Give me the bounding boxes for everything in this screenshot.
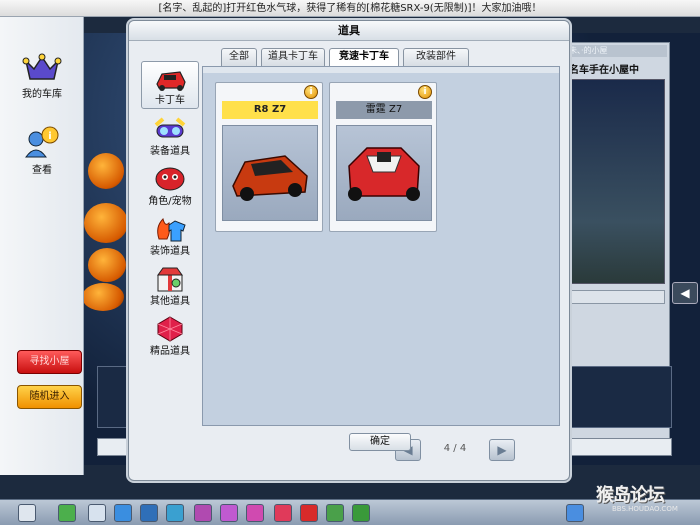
sound-icon[interactable] bbox=[566, 504, 584, 522]
kart-image bbox=[336, 125, 432, 221]
back-icon[interactable] bbox=[58, 504, 76, 522]
find-room-button[interactable]: 寻找小屋 bbox=[17, 350, 82, 374]
kart-image bbox=[222, 125, 318, 221]
dialog-title: 道具 bbox=[129, 21, 569, 41]
garage-button[interactable]: 我的车库 bbox=[6, 53, 78, 100]
pumpkin-decoration bbox=[88, 248, 126, 282]
category-kart[interactable]: 卡丁车 bbox=[141, 61, 199, 109]
view-label: 查看 bbox=[32, 165, 52, 176]
arrow-right-icon: ▶ bbox=[497, 443, 507, 457]
item-grid-header bbox=[203, 67, 559, 73]
svg-text:i: i bbox=[48, 131, 51, 142]
book-icon[interactable] bbox=[274, 504, 292, 522]
room-preview-title: 朱、·的小屋 bbox=[563, 45, 667, 57]
sports-car-icon bbox=[232, 155, 308, 201]
flag-icon[interactable] bbox=[326, 504, 344, 522]
user-info-icon: i bbox=[25, 126, 59, 158]
category-label: 装备道具 bbox=[150, 146, 190, 157]
pumpkin-decoration bbox=[84, 203, 128, 243]
view-button[interactable]: i 查看 bbox=[6, 125, 78, 176]
racing-kart-icon bbox=[348, 147, 420, 201]
kart-icon bbox=[156, 71, 186, 91]
category-premium[interactable]: 精品道具 bbox=[141, 311, 199, 359]
tab-racing-kart[interactable]: 竞速卡丁车 bbox=[329, 48, 399, 67]
pet-icon[interactable] bbox=[220, 504, 238, 522]
left-nav: 我的车库 i 查看 寻找小屋 随机进入 bbox=[0, 17, 84, 475]
kart-name: R8 Z7 bbox=[222, 101, 318, 119]
side-collapse-button[interactable]: ◀ bbox=[672, 282, 698, 304]
pumpkin-decoration bbox=[82, 283, 124, 311]
category-label: 角色/宠物 bbox=[148, 196, 192, 207]
character-icon bbox=[155, 167, 185, 191]
category-other[interactable]: 其他道具 bbox=[141, 261, 199, 309]
watermark-url: BBS.HOUDAO.COM bbox=[612, 505, 678, 513]
flame-shirt-icon bbox=[157, 218, 186, 242]
category-label: 装饰道具 bbox=[150, 246, 190, 257]
gift-box-icon bbox=[157, 267, 183, 292]
category-decoration[interactable]: 装饰道具 bbox=[141, 211, 199, 259]
kart-card[interactable]: i 雷霆 Z7 bbox=[329, 82, 437, 232]
shop-icon[interactable] bbox=[194, 504, 212, 522]
ok-button[interactable]: 确定 bbox=[349, 433, 411, 451]
mail-icon[interactable] bbox=[246, 504, 264, 522]
garage-label: 我的车库 bbox=[22, 89, 62, 100]
crown-icon bbox=[22, 53, 62, 80]
room-preview-subtitle: 名车手在小屋中 bbox=[569, 65, 639, 76]
tab-item-kart[interactable]: 道具卡丁车 bbox=[261, 48, 325, 66]
category-character[interactable]: 角色/宠物 bbox=[141, 161, 199, 209]
goggles-icon bbox=[154, 117, 186, 138]
category-label: 精品道具 bbox=[150, 346, 190, 357]
info-icon[interactable]: i bbox=[304, 85, 318, 99]
info-icon[interactable]: i bbox=[418, 85, 432, 99]
item-grid: i R8 Z7 i 雷霆 Z7 4 / 4 ▶ bbox=[202, 66, 560, 461]
next-page-button[interactable]: ▶ bbox=[489, 439, 515, 461]
tab-modify-parts[interactable]: 改装部件 bbox=[403, 48, 469, 66]
leaf-icon[interactable] bbox=[352, 504, 370, 522]
watermark-text: 猴岛论坛 bbox=[596, 485, 665, 506]
random-enter-button[interactable]: 随机进入 bbox=[17, 385, 82, 409]
friends-icon[interactable] bbox=[300, 504, 318, 522]
pager: ◀ 4 / 4 ▶ bbox=[395, 439, 515, 461]
wrench-icon[interactable] bbox=[140, 504, 158, 522]
category-equipment[interactable]: 装备道具 bbox=[141, 111, 199, 159]
room-preview-image bbox=[567, 79, 665, 284]
taskbar bbox=[0, 499, 700, 525]
chevron-left-icon: ◀ bbox=[680, 286, 690, 300]
kart-name: 雷霆 Z7 bbox=[336, 101, 432, 119]
items-dialog: 道具 卡丁车 装备道具 角色/宠物 装饰道具 其他道具 精品道具 全部 道具卡丁… bbox=[128, 20, 570, 481]
category-label: 其他道具 bbox=[150, 296, 190, 307]
room-preview-scroll[interactable] bbox=[567, 290, 665, 304]
tab-all[interactable]: 全部 bbox=[221, 48, 257, 66]
app-icon[interactable] bbox=[18, 504, 36, 522]
kart-card[interactable]: i R8 Z7 bbox=[215, 82, 323, 232]
category-list: 卡丁车 装备道具 角色/宠物 装饰道具 其他道具 精品道具 bbox=[139, 41, 199, 361]
page-indicator: 4 / 4 bbox=[443, 443, 467, 454]
ruby-icon bbox=[157, 316, 183, 342]
calendar-icon[interactable] bbox=[88, 504, 106, 522]
announcement-marquee: [名字、乱起的]打开红色水气球，获得了稀有的[棉花糖SRX-9(无限制)]！大家… bbox=[0, 0, 700, 17]
chart-icon[interactable] bbox=[166, 504, 184, 522]
pumpkin-decoration bbox=[88, 153, 124, 189]
home-icon[interactable] bbox=[114, 504, 132, 522]
category-label: 卡丁车 bbox=[155, 95, 185, 106]
